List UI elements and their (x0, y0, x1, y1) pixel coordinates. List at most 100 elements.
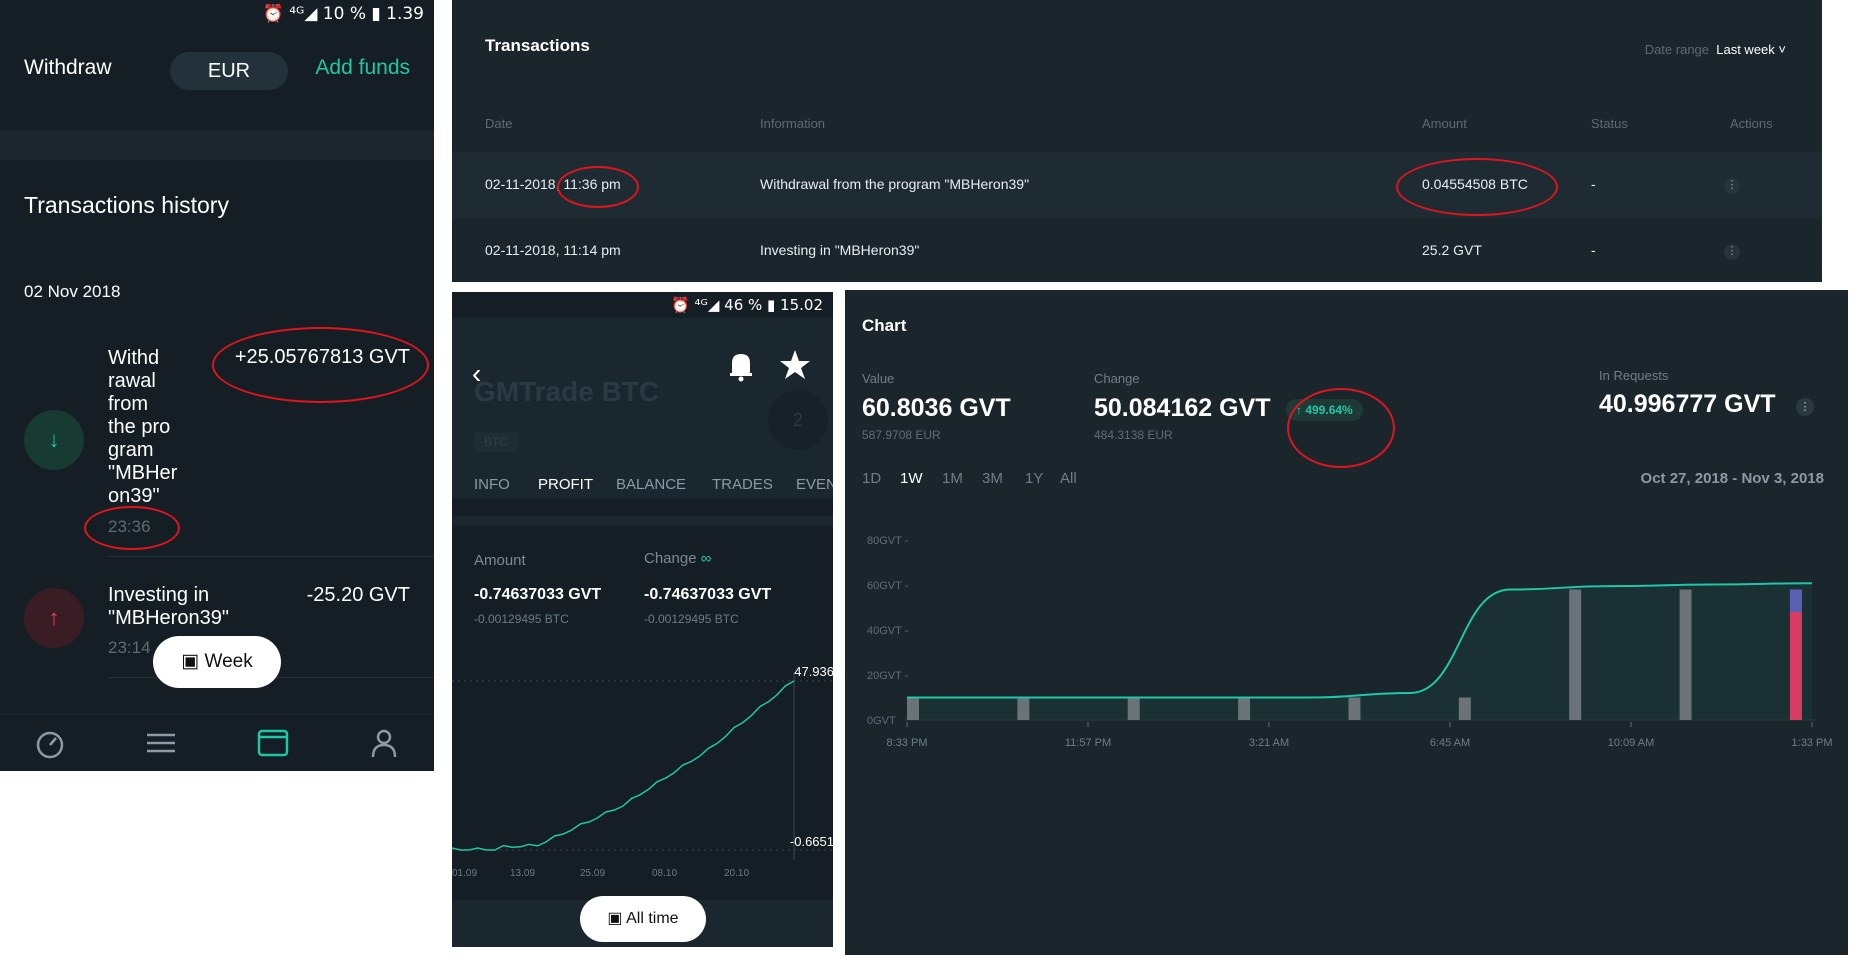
currency-selector[interactable]: EUR (170, 52, 288, 90)
program-name: GMTrade BTC (474, 376, 660, 407)
low-label: -0.6651 (790, 834, 833, 849)
divider (108, 556, 434, 557)
profit-chart[interactable]: 47.936 -0.6651 01.09 13.09 25.09 08.10 2… (452, 650, 833, 890)
requests-label: In Requests (1599, 368, 1669, 383)
more-actions-icon[interactable]: ⋮ (1724, 178, 1740, 194)
tab-balance[interactable]: BALANCE (616, 476, 686, 493)
chart-bar (1348, 697, 1361, 720)
change-label: Change (1094, 371, 1140, 386)
tab-profit[interactable]: PROFIT (538, 476, 593, 493)
all-time-filter-button[interactable]: ▣ All time (580, 896, 706, 942)
column-header-amount[interactable]: Amount (1422, 116, 1467, 131)
red-annotation-circle (212, 327, 429, 403)
range-1w[interactable]: 1W (900, 470, 923, 487)
transaction-time: 23:14 (108, 638, 151, 657)
chart-bar (1127, 697, 1140, 720)
calendar-icon: ▣ (607, 910, 627, 927)
row-information: Investing in "MBHeron39" (760, 242, 920, 258)
table-row[interactable]: 02-11-2018, 11:14 pm Investing in "MBHer… (452, 218, 1822, 282)
tab-trades[interactable]: TRADES (712, 476, 773, 493)
menu-icon[interactable] (141, 723, 181, 763)
x-tick-label: 8:33 PM (887, 737, 928, 749)
arrow-up-icon: ↑ (24, 588, 84, 648)
value-chart[interactable]: 0GVT 20GVT - 40GVT - 60GVT - 80GVT - 8:33 PM… (845, 508, 1848, 948)
change-amount: 50.084162 GVT (1094, 394, 1271, 422)
column-header-date[interactable]: Date (485, 116, 512, 131)
chart-bar (1238, 697, 1251, 720)
row-status: - (1591, 176, 1596, 192)
y-tick-label: 40GVT - (867, 625, 909, 637)
chart-bar (907, 697, 919, 720)
change-value: -0.74637033 GVT (644, 586, 772, 603)
panel-title: Chart (862, 316, 907, 335)
change-label: Change ∞ (644, 550, 712, 567)
info-icon[interactable]: ⋮ (1796, 398, 1814, 416)
change-sub-value: -0.00129495 BTC (644, 612, 739, 626)
profile-icon[interactable] (364, 723, 404, 763)
header: Withdraw EUR Add funds (24, 52, 410, 92)
add-funds-button[interactable]: Add funds (315, 56, 410, 80)
red-annotation-circle (1396, 158, 1558, 216)
bottom-nav (0, 714, 434, 771)
column-header-status[interactable]: Status (1591, 116, 1628, 131)
wallet-icon[interactable] (253, 723, 293, 763)
range-3m[interactable]: 3M (982, 470, 1003, 487)
dashboard-icon[interactable] (30, 723, 70, 763)
table-row[interactable]: 02-11-2018, 11:36 pm Withdrawal from the… (452, 152, 1822, 218)
value-sub: 587.9708 EUR (862, 428, 941, 442)
row-information: Withdrawal from the program "MBHeron39" (760, 176, 1030, 192)
x-tick-label: 01.09 (452, 868, 477, 879)
x-tick-label: 6:45 AM (1430, 737, 1470, 749)
x-tick-label: 1:33 PM (1792, 737, 1833, 749)
x-tick-label: 3:21 AM (1249, 737, 1289, 749)
value-amount: 60.8036 GVT (862, 394, 1011, 422)
x-tick-label: 08.10 (652, 868, 677, 879)
divider-band (0, 130, 434, 160)
program-header: ‹ GMTrade BTC BTC 2 (452, 318, 833, 498)
date-span: Oct 27, 2018 - Nov 3, 2018 (1640, 470, 1824, 487)
row-status: - (1591, 242, 1596, 258)
panel-title: Transactions (485, 36, 590, 55)
more-actions-icon[interactable]: ⋮ (1724, 244, 1740, 260)
withdraw-button[interactable]: Withdraw (24, 56, 112, 80)
range-1y[interactable]: 1Y (1025, 470, 1043, 487)
chart-bar (1569, 589, 1582, 720)
row-amount: 25.2 GVT (1422, 242, 1482, 258)
chart-bar (1679, 589, 1692, 720)
mobile-profit-screen: ‹ GMTrade BTC BTC 2 ⏰ ⁴ᴳ◢ 46 % ▮ 15.02 I… (452, 292, 833, 947)
bell-icon[interactable] (726, 348, 756, 382)
profit-series-line (452, 680, 795, 851)
chart-bar (1458, 697, 1471, 720)
amount-label: Amount (474, 552, 526, 569)
x-tick-label: 13.09 (510, 868, 535, 879)
week-filter-button[interactable]: ▣ Week (153, 636, 281, 688)
amount-sub-value: -0.00129495 BTC (474, 612, 569, 626)
high-label: 47.936 (794, 664, 833, 679)
section-title: Transactions history (24, 192, 229, 218)
range-all[interactable]: All (1060, 470, 1077, 487)
column-header-actions: Actions (1730, 116, 1773, 131)
range-1d[interactable]: 1D (862, 470, 881, 487)
chart-bar-segment (1789, 612, 1802, 720)
column-header-information[interactable]: Information (760, 116, 825, 131)
transaction-description: Withd rawal from the pro gram "MBHer on3… (108, 347, 178, 507)
chart-bar-segment (1789, 589, 1802, 612)
y-tick-label: 60GVT - (867, 580, 909, 592)
change-sub: 484.3138 EUR (1094, 428, 1173, 442)
status-bar: ⏰ ⁴ᴳ◢ 10 % ▮ 1.39 (262, 4, 424, 24)
row-date: 02-11-2018, 11:14 pm (485, 242, 621, 258)
x-tick-label: 20.10 (724, 868, 749, 879)
range-1m[interactable]: 1M (942, 470, 963, 487)
tab-info[interactable]: INFO (474, 476, 510, 493)
x-tick-label: 11:57 PM (1065, 737, 1111, 749)
date-header: 02 Nov 2018 (24, 282, 121, 301)
date-range-select[interactable]: Date range Last week ˅ (1645, 42, 1786, 57)
red-annotation-circle (557, 166, 639, 208)
red-annotation-circle (84, 506, 180, 550)
tab-events[interactable]: EVENTS (796, 476, 833, 493)
y-tick-label: 80GVT - (867, 535, 909, 547)
red-annotation-circle (1287, 388, 1395, 468)
star-icon[interactable] (778, 348, 812, 382)
transaction-amount: -25.20 GVT (306, 584, 410, 606)
y-tick-label: 0GVT (867, 715, 896, 727)
